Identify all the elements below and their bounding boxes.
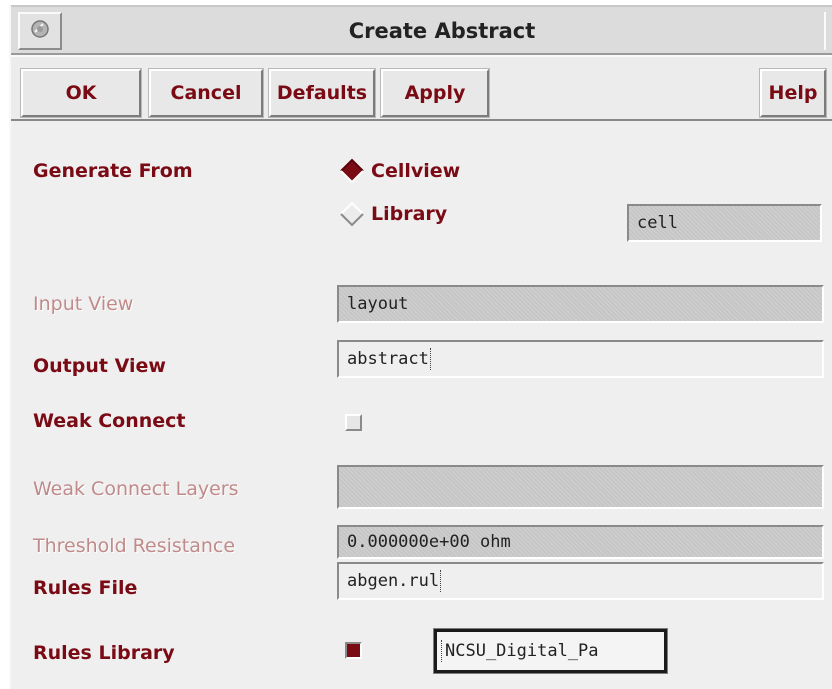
motif-window-menu-icon xyxy=(29,18,51,45)
window-title: Create Abstract xyxy=(348,19,536,43)
title-bar-edge xyxy=(824,12,832,50)
rules-library-checkbox[interactable] xyxy=(345,642,362,659)
rules-library-label: Rules Library xyxy=(33,642,175,664)
output-view-field[interactable]: abstract xyxy=(337,340,824,378)
radio-selected-icon xyxy=(339,158,365,184)
threshold-resistance-field: 0.000000e+00 ohm xyxy=(337,525,824,559)
button-bar: OK Cancel Defaults Apply Help xyxy=(11,55,832,121)
weak-connect-label: Weak Connect xyxy=(33,410,186,432)
weak-connect-checkbox[interactable] xyxy=(345,414,362,431)
radio-cellview[interactable]: Cellview xyxy=(339,158,460,184)
window-menu-button[interactable] xyxy=(18,12,62,50)
radio-unselected-icon xyxy=(339,201,365,227)
output-view-label: Output View xyxy=(33,355,166,377)
text-cursor xyxy=(429,348,433,370)
cancel-button[interactable]: Cancel xyxy=(148,68,264,118)
create-abstract-dialog: Create Abstract OK Cancel Defaults Apply… xyxy=(9,5,832,689)
desktop-edge xyxy=(0,5,9,689)
weak-connect-layers-label: Weak Connect Layers xyxy=(33,478,239,500)
threshold-resistance-label: Threshold Resistance xyxy=(33,535,236,557)
output-view-value: abstract xyxy=(347,349,429,369)
radio-library[interactable]: Library xyxy=(339,201,447,227)
text-cursor xyxy=(440,570,443,592)
apply-button[interactable]: Apply xyxy=(380,68,490,118)
input-view-field: layout xyxy=(337,285,824,323)
text-cursor xyxy=(441,640,444,662)
rules-library-value: NCSU_Digital_Pa xyxy=(445,641,599,661)
generate-from-label: Generate From xyxy=(33,160,193,182)
rules-file-label: Rules File xyxy=(33,577,138,599)
cell-field: cell xyxy=(627,204,822,242)
radio-library-label: Library xyxy=(371,203,448,225)
title-bar[interactable]: Create Abstract xyxy=(11,5,832,55)
defaults-button[interactable]: Defaults xyxy=(268,68,376,118)
weak-connect-layers-field xyxy=(337,465,824,509)
rules-file-value: abgen.rul xyxy=(347,571,440,591)
help-button[interactable]: Help xyxy=(759,68,827,118)
input-view-label: Input View xyxy=(33,293,134,315)
rules-file-field[interactable]: abgen.rul xyxy=(337,562,824,600)
radio-cellview-label: Cellview xyxy=(371,160,461,182)
rules-library-field[interactable]: NCSU_Digital_Pa xyxy=(433,628,668,674)
ok-button[interactable]: OK xyxy=(20,68,142,118)
